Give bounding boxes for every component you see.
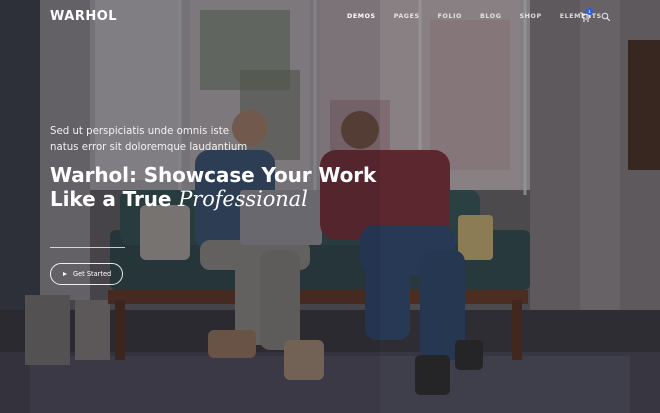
search-icon[interactable]: [601, 12, 611, 22]
hero-subtitle-line2: natus error sit doloremque laudantium: [50, 141, 248, 153]
get-started-label: Get Started: [73, 270, 112, 278]
cart-count-badge: 1: [586, 8, 593, 15]
hero-divider: [50, 247, 125, 248]
nav-item-pages[interactable]: PAGES: [394, 13, 420, 20]
hero-headline: Warhol: Showcase Your Work Like a True P…: [50, 163, 376, 211]
nav-item-blog[interactable]: BLOG: [480, 13, 502, 20]
hero-subtitle: Sed ut perspiciatis unde omnis iste natu…: [50, 124, 250, 155]
brand-logo[interactable]: WARHOL: [50, 9, 117, 24]
get-started-button[interactable]: Get Started: [50, 263, 123, 285]
hero-headline-line2: Like a True Professional: [50, 187, 376, 211]
nav-item-shop[interactable]: SHOP: [520, 13, 542, 20]
play-icon: [63, 272, 67, 276]
nav-item-folio[interactable]: FOLIO: [438, 13, 462, 20]
top-navigation: WARHOL DEMOS PAGES FOLIO BLOG SHOP ELEME…: [0, 0, 660, 34]
hero-headline-line2-start: Like a True: [50, 187, 179, 211]
nav-item-demos[interactable]: DEMOS: [347, 13, 376, 20]
hero-subtitle-line1: Sed ut perspiciatis unde omnis iste: [50, 126, 229, 137]
hero-headline-line1: Warhol: Showcase Your Work: [50, 163, 377, 187]
hero-headline-italic: Professional: [178, 187, 308, 211]
hero-section: WARHOL DEMOS PAGES FOLIO BLOG SHOP ELEME…: [0, 0, 660, 413]
